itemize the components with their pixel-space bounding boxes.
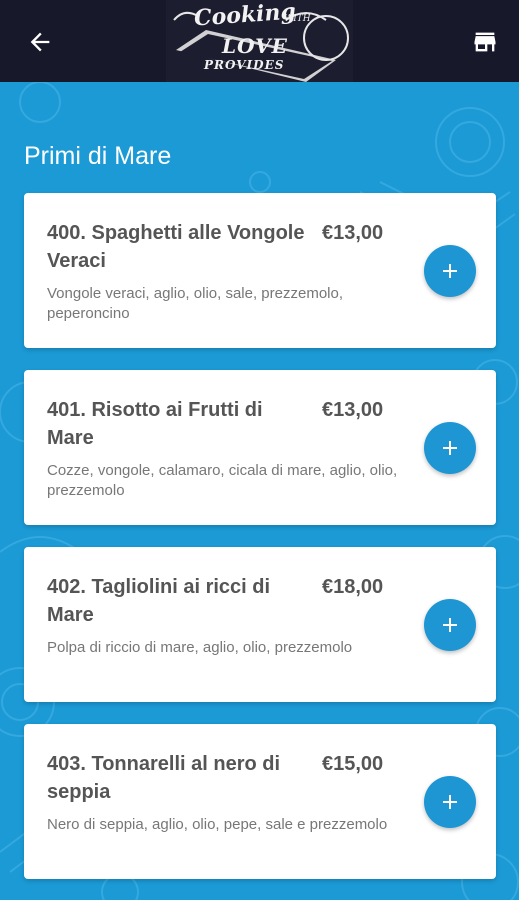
section-title: Primi di Mare: [24, 142, 172, 170]
menu-item-price: €15,00: [322, 753, 384, 775]
storefront-icon: [474, 32, 496, 52]
add-to-cart-button[interactable]: [424, 422, 476, 474]
logo-text-provides: PROVIDES: [204, 58, 285, 72]
menu-item-name: 400. Spaghetti alle Vongole Veraci: [47, 222, 305, 272]
menu-item-card[interactable]: 401. Risotto ai Frutti di Mare €13,00 Co…: [24, 370, 496, 525]
menu-item-name: 402. Tagliolini ai ricci di Mare: [47, 576, 271, 626]
logo-text-with: WITH: [284, 14, 311, 24]
store-button[interactable]: [469, 26, 501, 58]
menu-item-card[interactable]: 400. Spaghetti alle Vongole Veraci €13,0…: [24, 193, 496, 348]
add-to-cart-button[interactable]: [424, 776, 476, 828]
arrow-back-icon: [30, 32, 50, 52]
plus-icon: [443, 795, 457, 809]
menu-item-description: Vongole veraci, aglio, olio, sale, prezz…: [47, 285, 344, 322]
menu-item-description: Cozze, vongole, calamaro, cicala di mare…: [47, 462, 398, 499]
menu-item-description: Polpa di riccio di mare, aglio, olio, pr…: [47, 639, 353, 656]
back-button[interactable]: [22, 24, 58, 60]
menu-item-card[interactable]: 402. Tagliolini ai ricci di Mare €18,00 …: [24, 547, 496, 702]
menu-item-name: 403. Tonnarelli al nero di seppia: [47, 753, 281, 803]
menu-item-price: €13,00: [322, 399, 384, 421]
menu-item-card[interactable]: 403. Tonnarelli al nero di seppia €15,00…: [24, 724, 496, 879]
restaurant-logo: Cooking WITH LOVE PROVIDES: [166, 0, 353, 82]
app-header: Cooking WITH LOVE PROVIDES: [0, 0, 519, 82]
menu-item-price: €13,00: [322, 222, 384, 244]
menu-item-description: Nero di seppia, aglio, olio, pepe, sale …: [47, 816, 388, 833]
plus-icon: [443, 618, 457, 632]
menu-item-name: 401. Risotto ai Frutti di Mare: [47, 399, 263, 449]
plus-icon: [443, 441, 457, 455]
add-to-cart-button[interactable]: [424, 245, 476, 297]
add-to-cart-button[interactable]: [424, 599, 476, 651]
menu-item-price: €18,00: [322, 576, 384, 598]
plus-icon: [443, 264, 457, 278]
logo-text-love: LOVE: [222, 34, 288, 58]
